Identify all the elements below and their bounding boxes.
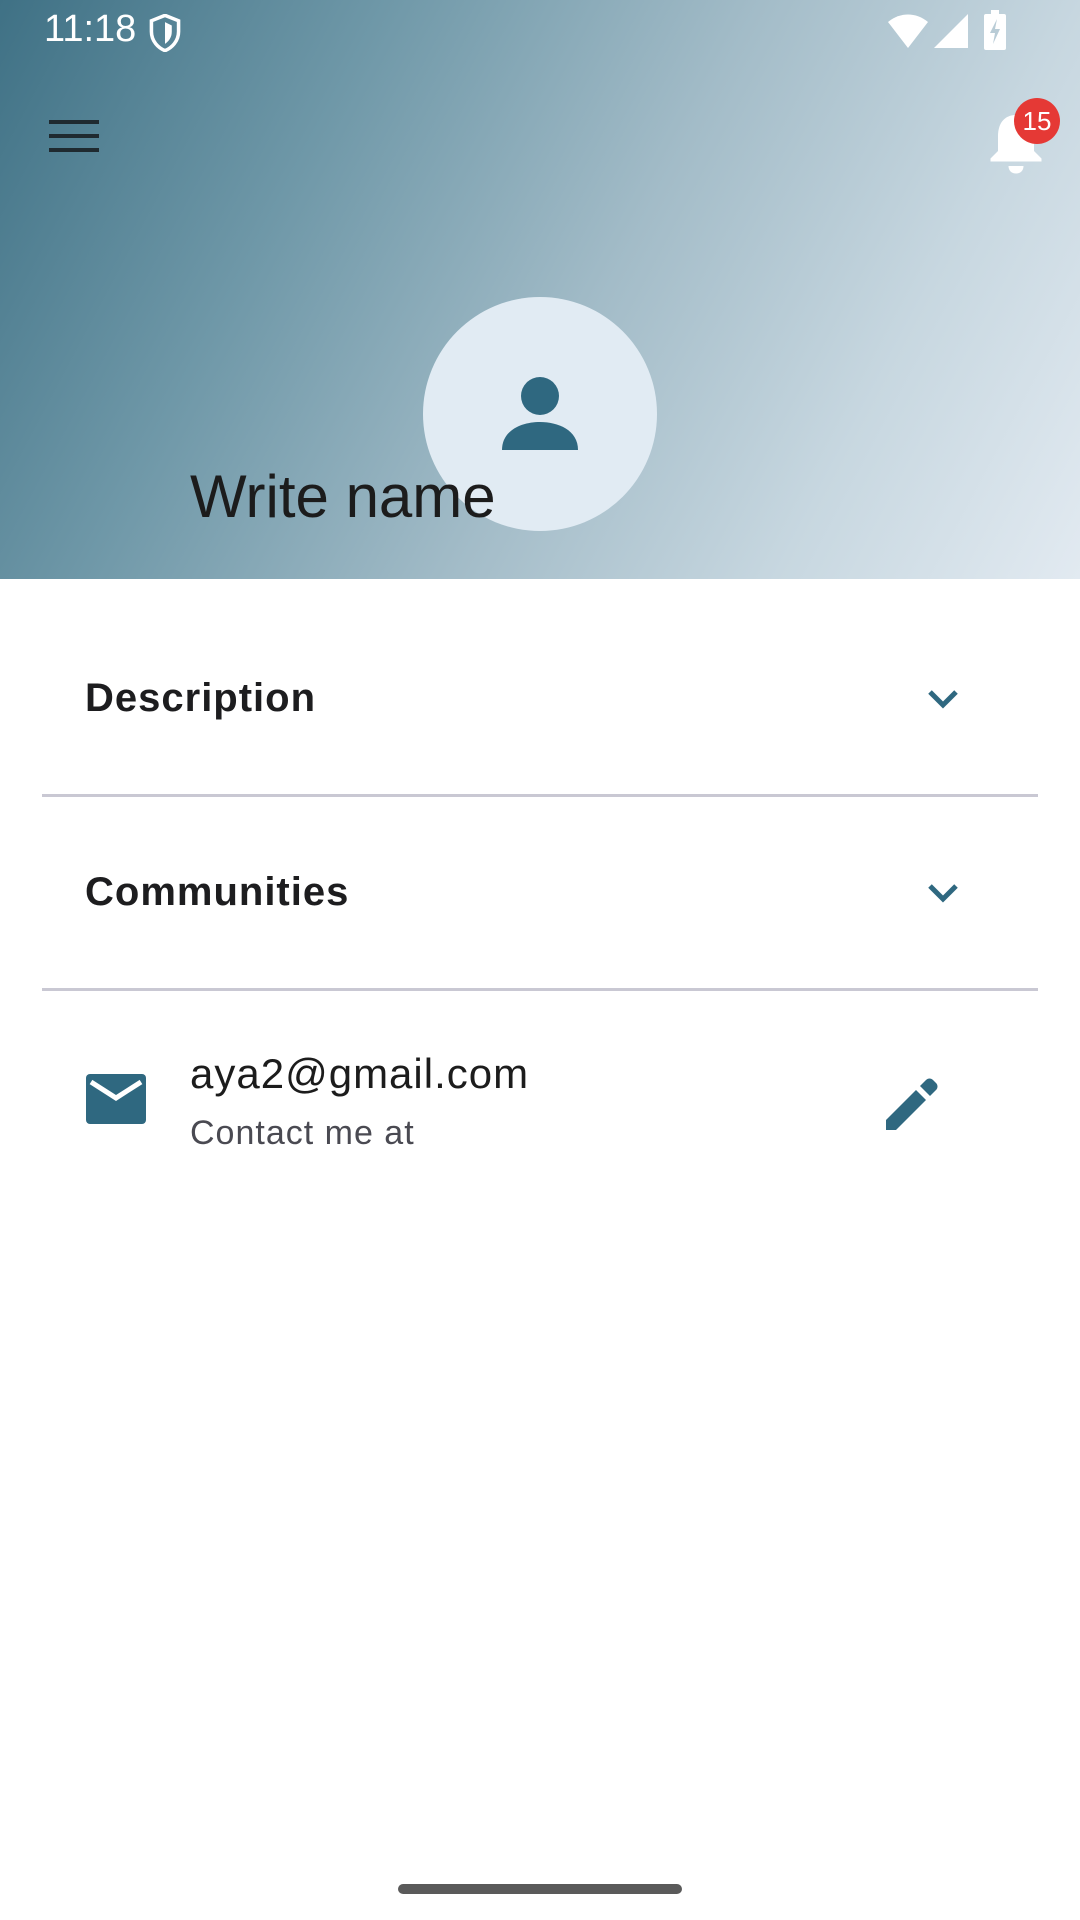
contact-caption: Contact me at	[190, 1114, 415, 1152]
shield-icon	[149, 14, 181, 52]
communities-label: Communities	[85, 870, 350, 914]
profile-header: 11:18 15 Write name	[0, 0, 1080, 579]
description-section[interactable]: Description	[42, 602, 1038, 797]
signal-icon	[934, 14, 968, 48]
contact-row: aya2@gmail.com Contact me at	[0, 1030, 1080, 1180]
person-icon	[502, 377, 578, 450]
mail-icon	[86, 1074, 146, 1124]
pencil-icon[interactable]	[880, 1074, 942, 1136]
wifi-icon	[888, 14, 928, 48]
notification-badge: 15	[1014, 98, 1060, 144]
description-label: Description	[85, 676, 317, 720]
home-indicator[interactable]	[398, 1884, 682, 1894]
hamburger-menu-icon	[49, 120, 99, 152]
profile-name[interactable]: Write name	[190, 462, 496, 531]
contact-email: aya2@gmail.com	[190, 1050, 530, 1097]
communities-section[interactable]: Communities	[42, 796, 1038, 991]
status-time: 11:18	[44, 8, 137, 50]
status-bar: 11:18	[0, 0, 1080, 62]
chevron-down-icon	[928, 884, 958, 903]
menu-button[interactable]	[40, 108, 108, 164]
chevron-down-icon	[928, 690, 958, 709]
battery-charging-icon	[984, 10, 1006, 50]
profile-screen: 11:18 15 Write name Description Communit…	[0, 0, 1080, 1920]
